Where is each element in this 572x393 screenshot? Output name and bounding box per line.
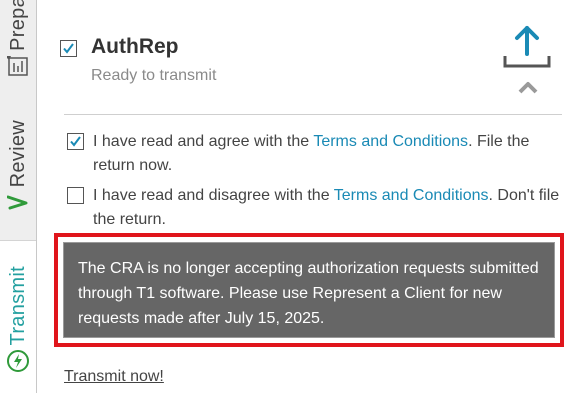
review-check-icon [6, 191, 29, 220]
transmit-panel: AuthRep Ready to transmit I have read an… [36, 0, 572, 393]
tab-prepare[interactable]: Prepa [0, 0, 36, 86]
disagree-option-text: I have read and disagree with the Terms … [93, 184, 563, 232]
terms-link-disagree[interactable]: Terms and Conditions [334, 187, 489, 204]
cra-notice: The CRA is no longer accepting authoriza… [63, 242, 555, 338]
agree-text-before: I have read and agree with the [93, 133, 314, 150]
sidebar: Prepa Review Transmit [0, 0, 36, 393]
upload-icon[interactable] [502, 24, 552, 75]
section-divider [64, 114, 562, 115]
tab-review-label: Review [6, 119, 29, 187]
chevron-up-icon[interactable] [517, 80, 539, 99]
transmit-now-link[interactable]: Transmit now! [64, 368, 164, 386]
tab-review[interactable]: Review [0, 120, 36, 224]
prepare-form-icon [6, 55, 30, 82]
tab-transmit[interactable]: Transmit [0, 258, 36, 382]
checkbox-check-icon [70, 136, 81, 147]
agree-option-text: I have read and agree with the Terms and… [93, 130, 563, 178]
disagree-checkbox[interactable] [67, 187, 84, 204]
tab-prepare-label: Prepa [6, 0, 29, 51]
agree-checkbox[interactable] [67, 133, 84, 150]
terms-link-agree[interactable]: Terms and Conditions [313, 133, 468, 150]
transmit-lightning-icon [6, 349, 30, 378]
form-title: AuthRep [91, 35, 179, 58]
tab-transmit-label: Transmit [6, 265, 29, 345]
authrep-checkbox[interactable] [60, 40, 77, 57]
form-status: Ready to transmit [91, 67, 217, 84]
notice-highlight: The CRA is no longer accepting authoriza… [54, 233, 564, 347]
checkbox-check-icon [63, 43, 74, 54]
disagree-text-before: I have read and disagree with the [93, 187, 334, 204]
